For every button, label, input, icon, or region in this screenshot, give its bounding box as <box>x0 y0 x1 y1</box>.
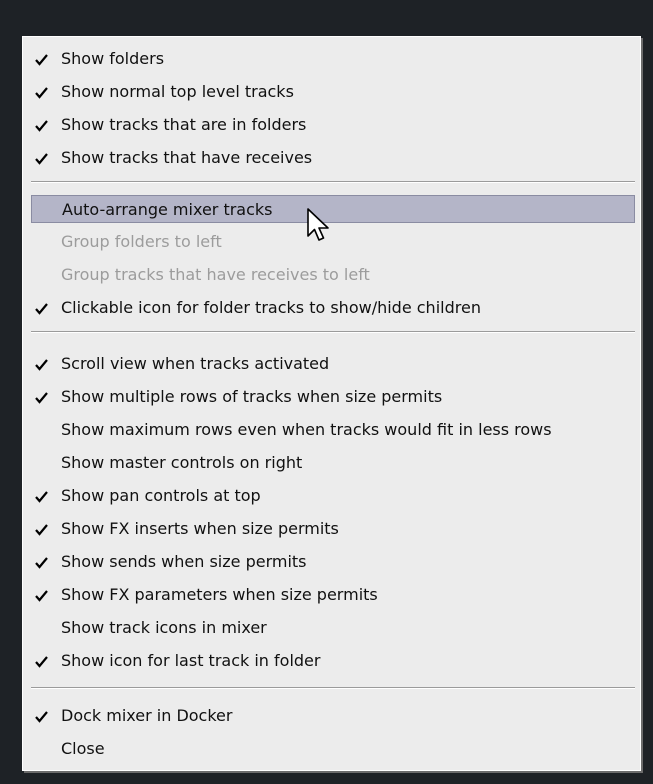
menu-item-auto-arrange-mixer-tracks[interactable]: Auto-arrange mixer tracks <box>31 195 635 223</box>
menu-item-last-track-icon[interactable]: Show icon for last track in folder <box>31 647 635 675</box>
menu-item-group-receives-left: Group tracks that have receives to left <box>31 261 635 289</box>
checkmark-icon <box>35 120 48 132</box>
menu-item-label: Show sends when size permits <box>61 552 307 571</box>
menu-item-label: Group tracks that have receives to left <box>61 265 370 284</box>
checkmark-icon <box>35 392 48 404</box>
checkmark-icon <box>35 524 48 536</box>
menu-item-master-controls-right[interactable]: Show master controls on right <box>31 449 635 477</box>
context-menu: Show folders Show normal top level track… <box>22 36 641 771</box>
checkmark-icon <box>35 54 48 66</box>
checkmark-icon <box>35 303 48 315</box>
menu-item-maximum-rows[interactable]: Show maximum rows even when tracks would… <box>31 416 635 444</box>
menu-item-label: Scroll view when tracks activated <box>61 354 330 373</box>
menu-item-multiple-rows[interactable]: Show multiple rows of tracks when size p… <box>31 383 635 411</box>
menu-item-group-folders-left: Group folders to left <box>31 228 635 256</box>
mouse-pointer-icon <box>307 208 329 241</box>
menu-item-label: Auto-arrange mixer tracks <box>62 200 273 219</box>
checkmark-icon <box>35 153 48 165</box>
menu-separator <box>31 331 635 333</box>
menu-item-dock-mixer[interactable]: Dock mixer in Docker <box>31 702 635 730</box>
menu-item-show-tracks-with-receives[interactable]: Show tracks that have receives <box>31 144 635 172</box>
checkmark-icon <box>35 711 48 723</box>
menu-item-show-normal-top-level-tracks[interactable]: Show normal top level tracks <box>31 78 635 106</box>
menu-item-label: Show icon for last track in folder <box>61 651 321 670</box>
menu-item-label: Show master controls on right <box>61 453 303 472</box>
menu-item-show-folders[interactable]: Show folders <box>31 45 635 73</box>
menu-item-label: Show tracks that are in folders <box>61 115 307 134</box>
menu-item-clickable-folder-icon[interactable]: Clickable icon for folder tracks to show… <box>31 294 635 322</box>
menu-item-label: Show pan controls at top <box>61 486 261 505</box>
menu-item-label: Show track icons in mixer <box>61 618 267 637</box>
menu-separator <box>31 687 635 689</box>
checkmark-icon <box>35 590 48 602</box>
menu-item-fx-parameters[interactable]: Show FX parameters when size permits <box>31 581 635 609</box>
menu-item-label: Show FX inserts when size permits <box>61 519 339 538</box>
menu-item-label: Clickable icon for folder tracks to show… <box>61 298 481 317</box>
checkmark-icon <box>35 87 48 99</box>
checkmark-icon <box>35 557 48 569</box>
menu-item-scroll-view[interactable]: Scroll view when tracks activated <box>31 350 635 378</box>
menu-item-show-sends[interactable]: Show sends when size permits <box>31 548 635 576</box>
checkmark-icon <box>35 359 48 371</box>
menu-item-label: Show folders <box>61 49 165 68</box>
menu-item-label: Show FX parameters when size permits <box>61 585 378 604</box>
checkmark-icon <box>35 491 48 503</box>
menu-item-show-tracks-in-folders[interactable]: Show tracks that are in folders <box>31 111 635 139</box>
menu-item-label: Show normal top level tracks <box>61 82 294 101</box>
checkmark-icon <box>35 656 48 668</box>
menu-item-label: Group folders to left <box>61 232 222 251</box>
menu-item-track-icons[interactable]: Show track icons in mixer <box>31 614 635 642</box>
menu-item-close[interactable]: Close <box>31 735 635 763</box>
menu-separator <box>31 181 635 183</box>
menu-item-label: Show maximum rows even when tracks would… <box>61 420 552 439</box>
menu-item-label: Show tracks that have receives <box>61 148 313 167</box>
menu-item-pan-controls-top[interactable]: Show pan controls at top <box>31 482 635 510</box>
menu-item-label: Close <box>61 739 105 758</box>
menu-item-fx-inserts[interactable]: Show FX inserts when size permits <box>31 515 635 543</box>
menu-item-label: Dock mixer in Docker <box>61 706 233 725</box>
menu-item-label: Show multiple rows of tracks when size p… <box>61 387 443 406</box>
